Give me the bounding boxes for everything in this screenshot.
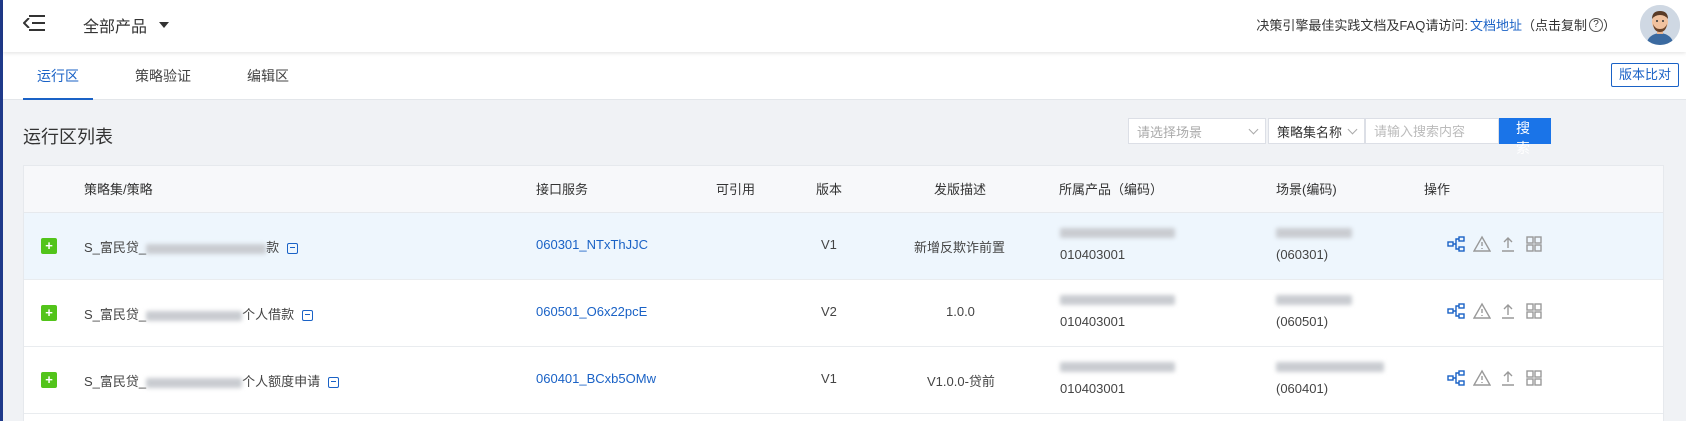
col-strategy: 策略集/策略 [84,182,153,197]
col-actions: 操作 [1424,182,1451,197]
field-select[interactable]: 策略集名称 [1268,118,1365,144]
strategy-table: 策略集/策略 接口服务 可引用 版本 发版描述 所属产品（编码） 场景(编码) … [23,165,1664,421]
scene-select[interactable]: 请选择场景 [1128,118,1266,144]
masked-text [146,310,243,321]
masked-text [1060,228,1175,238]
table-header: 策略集/策略 接口服务 可引用 版本 发版描述 所属产品（编码） 场景(编码) … [24,166,1663,213]
col-referable: 可引用 [716,182,756,197]
search-input[interactable] [1365,118,1499,144]
filter-bar: 请选择场景 策略集名称 搜 索 [1128,118,1551,156]
strategy-name-suffix: 款 [266,240,280,255]
expand-button[interactable]: + [41,238,57,254]
col-product: 所属产品（编码） [1059,182,1164,197]
product-code: 010403001 [1060,381,1126,396]
masked-text [146,377,243,388]
copy-icon[interactable] [287,243,299,255]
user-avatar[interactable] [1640,5,1680,45]
doc-link[interactable]: 文档地址 [1470,15,1522,34]
masked-text [1060,362,1175,372]
table-row[interactable]: + S_富民贷_ 个人额度申请 060401_BCxb5OMw V1 V1.0.0… [24,347,1663,414]
row-actions [1447,369,1543,387]
strategy-name: S_富民贷_ 款 [84,237,299,256]
upload-icon[interactable] [1499,235,1517,253]
col-service: 接口服务 [536,182,589,197]
row-actions [1447,235,1543,253]
col-scene: 场景(编码) [1276,182,1337,197]
flow-icon[interactable] [1447,302,1465,320]
warning-icon[interactable] [1473,369,1491,387]
top-bar: 全部产品 决策引擎最佳实践文档及FAQ请访问: 文档地址 （点击复制 ? ） [3,0,1686,52]
version-value: V1 [821,371,837,386]
masked-text [1060,295,1175,305]
release-desc-value: 新增反欺诈前置 [914,240,1006,255]
masked-text [1276,295,1352,305]
col-release-desc: 发版描述 [934,182,987,197]
grid-icon[interactable] [1525,369,1543,387]
release-desc-value: V1.0.0-贷前 [927,374,995,389]
help-icon[interactable]: ? [1588,17,1603,32]
version-value: V2 [821,304,837,319]
strategy-name-prefix: S_富民贷_ [84,374,147,389]
scene-code: (060501) [1276,314,1329,329]
service-link[interactable]: 060501_O6x22pcE [536,304,647,319]
service-link[interactable]: 060401_BCxb5OMw [536,371,656,386]
strategy-name-suffix: 个人借款 [242,307,295,322]
product-select[interactable]: 全部产品 [83,13,170,37]
upload-icon[interactable] [1499,302,1517,320]
expand-button[interactable]: + [41,305,57,321]
table-row[interactable]: + S_富民贷_ 款 060301_NTxThJJC V1 新增反欺诈前置 010… [24,213,1663,280]
copy-hint-close: ） [1602,18,1616,33]
tab-edit-area[interactable]: 编辑区 [238,52,298,100]
strategy-name: S_富民贷_ 个人借款 [84,304,314,323]
version-value: V1 [821,237,837,252]
tab-run-area[interactable]: 运行区 [23,52,93,100]
field-select-label: 策略集名称 [1277,124,1343,140]
masked-text [1276,228,1352,238]
chevron-down-icon [1248,124,1259,134]
search-button[interactable]: 搜 索 [1499,118,1551,156]
grid-icon[interactable] [1525,302,1543,320]
chevron-down-icon [1347,124,1358,134]
version-compare-button[interactable]: 版本比对 [1610,63,1679,87]
copy-icon[interactable] [328,377,340,389]
doc-info-text: 决策引擎最佳实践文档及FAQ请访问: [1256,18,1468,33]
flow-icon[interactable] [1447,235,1465,253]
caret-down-icon [159,22,170,28]
strategy-name-prefix: S_富民贷_ [84,307,147,322]
scene-code: (060301) [1276,247,1329,262]
doc-info: 决策引擎最佳实践文档及FAQ请访问: 文档地址 （点击复制 ? ） [1256,15,1616,34]
copy-hint-open: （点击复制 [1521,18,1587,33]
strategy-name-prefix: S_富民贷_ [84,240,147,255]
warning-icon[interactable] [1473,235,1491,253]
tab-strategy-verify[interactable]: 策略验证 [128,52,198,100]
scene-select-placeholder: 请选择场景 [1137,124,1203,140]
scene-code: (060401) [1276,381,1329,396]
product-code: 010403001 [1060,247,1126,262]
service-link[interactable]: 060301_NTxThJJC [536,237,648,252]
warning-icon[interactable] [1473,302,1491,320]
strategy-name: S_富民贷_ 个人额度申请 [84,371,340,390]
masked-text [1276,362,1384,372]
upload-icon[interactable] [1499,369,1517,387]
product-select-label: 全部产品 [83,19,148,36]
product-code: 010403001 [1060,314,1126,329]
copy-icon[interactable] [302,310,314,322]
flow-icon[interactable] [1447,369,1465,387]
release-desc-value: 1.0.0 [946,304,975,319]
masked-text [146,243,267,254]
col-version: 版本 [816,182,843,197]
grid-icon[interactable] [1525,235,1543,253]
menu-collapse-icon[interactable] [23,13,45,33]
table-row[interactable]: + S_富民贷_ 个人借款 060501_O6x22pcE V2 1.0.0 01… [24,280,1663,347]
row-actions [1447,302,1543,320]
list-title: 运行区列表 [23,127,113,147]
expand-button[interactable]: + [41,372,57,388]
tab-bar: 运行区 策略验证 编辑区 版本比对 [3,52,1686,100]
strategy-name-suffix: 个人额度申请 [242,374,321,389]
